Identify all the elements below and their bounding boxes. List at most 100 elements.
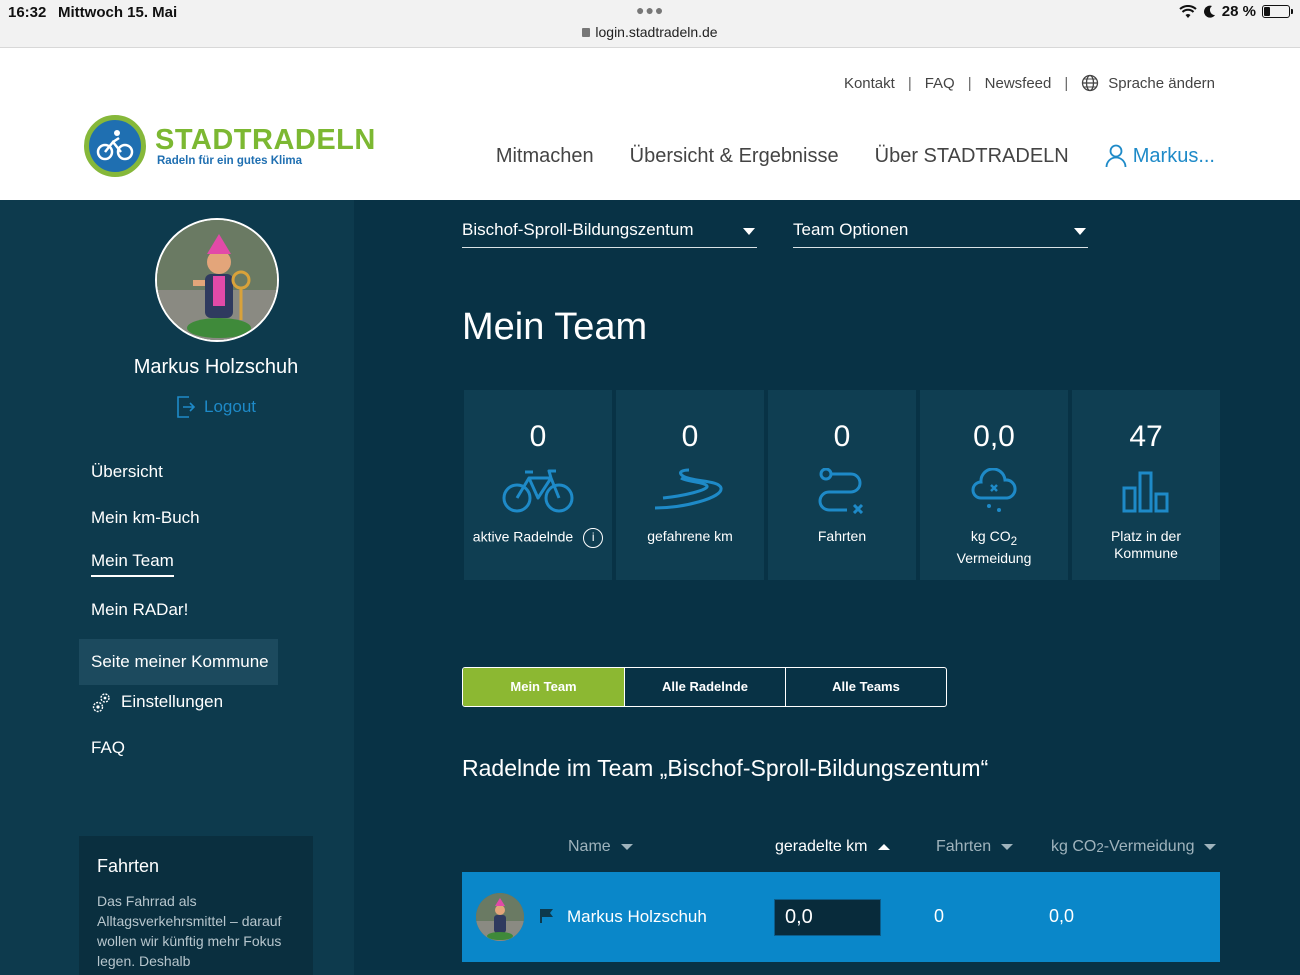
address-bar[interactable]: login.stadtradeln.de (0, 24, 1300, 40)
tab-mein-team[interactable]: Mein Team (463, 668, 624, 706)
logo-title: STADTRADELN (155, 124, 376, 156)
sidebar-item-mein-team[interactable]: Mein Team (79, 547, 279, 593)
stat-label: Fahrten (817, 528, 867, 544)
team-stats: 0 aktive Radelnde i 0 gefahrene km 0 Fahr… (464, 390, 1220, 580)
gears-icon (92, 693, 110, 713)
cloud-icon (971, 468, 1017, 512)
team-select[interactable]: Bischof-Sproll-Bildungszentum (462, 220, 757, 248)
sidebar-item-label: Übersicht (91, 462, 163, 481)
status-time: 16:32 (8, 4, 47, 21)
stat-card-co2: 0,0 kg CO2 Vermeidung (920, 390, 1068, 580)
language-switch[interactable]: Sprache ändern (1081, 74, 1215, 92)
sidebar-item-label: FAQ (91, 738, 126, 757)
route-icon (818, 468, 864, 514)
tab-alle-teams[interactable]: Alle Teams (785, 668, 946, 706)
separator: | (1064, 74, 1069, 92)
avatar (155, 218, 279, 342)
stat-value: 47 (1129, 420, 1163, 453)
info-box-text: Das Fahrrad als Alltagsverkehrsmittel – … (97, 893, 282, 969)
stat-label: Platz in der Kommune (1110, 528, 1182, 561)
globe-icon (1082, 74, 1099, 92)
sort-down-icon (620, 844, 633, 850)
moon-icon (1203, 5, 1215, 18)
ranking-tabs: Mein Team Alle Radelnde Alle Teams (462, 667, 947, 707)
column-header-km[interactable]: geradelte km (775, 838, 890, 856)
status-date: Mittwoch 15. Mai (58, 4, 178, 21)
stat-value: 0,0 (973, 420, 1015, 453)
sidebar-item-uebersicht[interactable]: Übersicht (79, 455, 279, 501)
nav-uebersicht-ergebnisse[interactable]: Übersicht & Ergebnisse (630, 145, 839, 168)
tab-alle-radelnde[interactable]: Alle Radelnde (624, 668, 785, 706)
logo-cyclist-icon (84, 115, 146, 177)
stadtradeln-logo[interactable]: STADTRADELN Radeln für ein gutes Klima (84, 115, 376, 177)
avatar (476, 893, 524, 941)
nav-mitmachen[interactable]: Mitmachen (496, 145, 594, 168)
chevron-down-icon (743, 228, 755, 235)
sort-down-icon (1204, 844, 1217, 850)
page-title: Mein Team (462, 306, 648, 348)
info-icon[interactable]: i (583, 528, 604, 548)
separator: | (967, 74, 972, 92)
link-newsfeed[interactable]: Newsfeed (985, 75, 1052, 92)
stat-label: gefahrene km (647, 528, 733, 544)
sidebar-item-label: Einstellungen (121, 692, 224, 711)
stat-card-rank: 47 Platz in der Kommune (1072, 390, 1220, 580)
battery-icon (1262, 5, 1293, 18)
column-header-co2[interactable]: kg CO 2 -Vermeidung (1051, 838, 1217, 856)
nav-ueber-stadtradeln[interactable]: Über STADTRADELN (875, 145, 1069, 168)
info-box-fahrten: Fahrten Das Fahrrad als Alltagsverkehrsm… (79, 836, 313, 975)
column-header-trips[interactable]: Fahrten (936, 838, 1014, 856)
km-input[interactable] (774, 899, 881, 936)
sidebar-item-einstellungen[interactable]: Einstellungen (79, 685, 279, 731)
link-kontakt[interactable]: Kontakt (844, 75, 895, 92)
user-label: Markus... (1132, 144, 1215, 167)
road-icon (654, 468, 723, 510)
bicycle-icon (502, 469, 574, 513)
stat-label: aktive Radelnde i (464, 528, 612, 548)
stat-card-km: 0 gefahrene km (616, 390, 764, 580)
team-select-value: Bischof-Sproll-Bildungszentum (462, 220, 694, 239)
more-dots-icon[interactable]: ●●● (636, 2, 664, 18)
stat-label: kg CO2 Vermeidung (956, 528, 1032, 566)
language-label: Sprache ändern (1108, 74, 1215, 92)
stat-card-trips: 0 Fahrten (768, 390, 916, 580)
team-options-value: Team Optionen (793, 220, 909, 239)
sidebar-menu: Übersicht Mein km-Buch Mein Team Mein RA… (79, 455, 279, 777)
sidebar-item-km-buch[interactable]: Mein km-Buch (79, 501, 279, 547)
url-text: login.stadtradeln.de (595, 24, 718, 40)
nav-user-account[interactable]: Markus... (1105, 144, 1215, 168)
battery-percent: 28 % (1221, 3, 1256, 20)
flag-icon (540, 909, 553, 923)
team-options-select[interactable]: Team Optionen (793, 220, 1088, 248)
sidebar-item-kommune[interactable]: Seite meiner Kommune (79, 639, 278, 685)
logout-link[interactable]: Logout (176, 396, 256, 418)
logo-subtitle: Radeln für ein gutes Klima (157, 155, 303, 167)
row-trips: 0 (934, 906, 945, 926)
sort-down-icon (1001, 844, 1014, 850)
main-content: Bischof-Sproll-Bildungszentum Team Optio… (354, 200, 1300, 975)
status-icons: 28 % (1179, 3, 1293, 20)
stat-card-active-riders: 0 aktive Radelnde i (464, 390, 612, 580)
logout-icon (177, 396, 196, 418)
link-faq[interactable]: FAQ (925, 75, 955, 92)
column-header-name[interactable]: Name (568, 838, 633, 856)
stat-value: 0 (833, 420, 851, 453)
sidebar: Markus Holzschuh Logout Übersicht Mein k… (0, 200, 354, 975)
wifi-icon (1179, 4, 1197, 18)
row-username: Markus Holzschuh (567, 907, 707, 926)
sidebar-item-label: Mein km-Buch (91, 508, 200, 527)
site-header: Kontakt | FAQ | Newsfeed | Sprache änder… (0, 48, 1300, 200)
logout-label: Logout (204, 397, 256, 416)
stat-value: 0 (529, 420, 547, 453)
info-box-title: Fahrten (97, 856, 160, 876)
user-icon (1105, 144, 1127, 168)
separator: | (907, 74, 912, 92)
sidebar-item-faq[interactable]: FAQ (79, 731, 279, 777)
row-co2: 0,0 (1049, 906, 1075, 926)
sort-up-icon (877, 844, 890, 850)
bar-chart-icon (1122, 471, 1169, 513)
sidebar-item-label: Seite meiner Kommune (91, 652, 269, 671)
sidebar-item-radar[interactable]: Mein RADar! (79, 593, 279, 639)
ios-status-bar: 16:32 Mittwoch 15. Mai ●●● login.stadtra… (0, 0, 1300, 48)
chevron-down-icon (1074, 228, 1086, 235)
